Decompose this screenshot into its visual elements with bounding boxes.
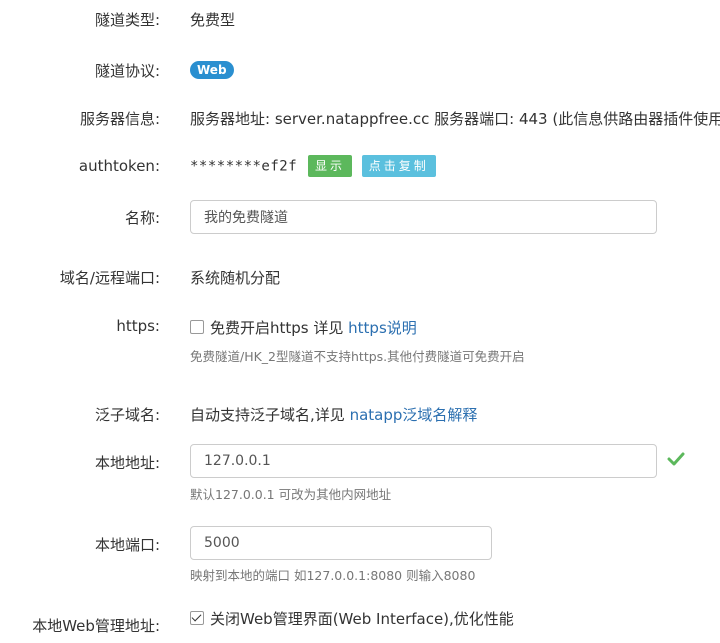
protocol-label: 隧道协议: [94, 62, 160, 80]
https-label: https: [116, 317, 160, 335]
protocol-value: Web [190, 60, 234, 79]
web-admin-label: 本地Web管理地址: [32, 617, 160, 635]
https-option: 免费开启https 详见 https说明 [190, 317, 417, 338]
server-info-label: 服务器信息: [79, 110, 160, 128]
show-token-button[interactable]: 显示 [307, 155, 352, 177]
authtoken-row: ********ef2f 显示 点击复制 [190, 155, 436, 177]
local-port-label: 本地端口: [94, 536, 160, 554]
authtoken-label: authtoken: [78, 157, 160, 175]
local-address-label: 本地地址: [94, 454, 160, 472]
local-address-help: 默认127.0.0.1 可改为其他内网地址 [190, 487, 392, 502]
wildcard-value: 自动支持泛子域名,详见 natapp泛域名解释 [190, 404, 477, 425]
local-port-help: 映射到本地的端口 如127.0.0.1:8080 则输入8080 [190, 568, 476, 583]
wildcard-label: 泛子域名: [94, 406, 160, 424]
web-admin-checkbox-text: 关闭Web管理界面(Web Interface),优化性能 [210, 610, 514, 628]
server-info-value: 服务器地址: server.natappfree.cc 服务器端口: 443 (… [190, 110, 720, 128]
https-checkbox-text: 免费开启https 详见 [210, 319, 344, 337]
authtoken-value: ********ef2f [190, 158, 298, 175]
https-help-link[interactable]: https说明 [348, 319, 417, 337]
https-checkbox[interactable] [190, 320, 204, 334]
web-admin-checkbox[interactable] [190, 611, 204, 625]
domain-port-value: 系统随机分配 [190, 269, 281, 287]
wildcard-text: 自动支持泛子域名,详见 [190, 406, 345, 424]
protocol-badge: Web [190, 61, 234, 79]
https-help-text: 免费隧道/HK_2型隧道不支持https.其他付费隧道可免费开启 [190, 349, 525, 364]
domain-port-label: 域名/远程端口: [59, 269, 160, 287]
tunnel-form: 隧道类型: 免费型 隧道协议: Web 服务器信息: 服务器地址: server… [0, 0, 720, 643]
local-port-input[interactable] [190, 526, 492, 560]
web-admin-option: 关闭Web管理界面(Web Interface),优化性能 [190, 608, 514, 629]
tunnel-type-value: 免费型 [190, 11, 236, 29]
name-input[interactable] [190, 200, 657, 234]
local-address-input[interactable] [190, 444, 657, 478]
name-label: 名称: [124, 209, 160, 227]
wildcard-help-link[interactable]: natapp泛域名解释 [350, 406, 478, 424]
tunnel-type-label: 隧道类型: [94, 11, 160, 29]
check-icon [667, 452, 685, 466]
copy-token-button[interactable]: 点击复制 [361, 155, 436, 177]
